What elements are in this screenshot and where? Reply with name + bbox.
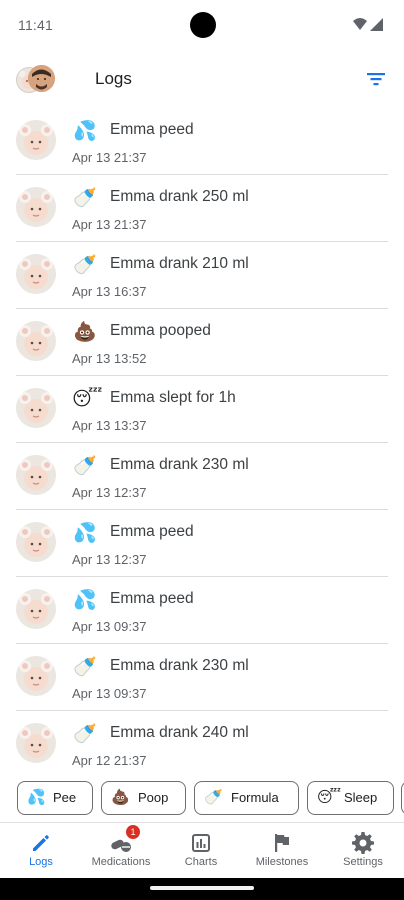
log-type-icon: 💦 bbox=[73, 523, 97, 544]
log-description: Emma peed bbox=[110, 121, 194, 138]
log-type-icon: 🍼 bbox=[73, 255, 97, 276]
log-timestamp: Apr 13 21:37 bbox=[72, 150, 147, 165]
log-type-icon: 💩 bbox=[73, 322, 97, 343]
log-type-icon: 🍼 bbox=[73, 188, 97, 209]
baby-avatar bbox=[16, 321, 56, 361]
chip-label: Sleep bbox=[344, 790, 378, 805]
baby-avatar bbox=[16, 120, 56, 160]
baby-avatar bbox=[16, 388, 56, 428]
quick-add-pee-chip[interactable]: 💦 Pee bbox=[17, 781, 93, 815]
pencil-icon bbox=[33, 835, 49, 851]
chip-label: Pee bbox=[53, 790, 77, 805]
nav-label: Settings bbox=[343, 856, 383, 868]
log-item[interactable]: 🍼 Emma drank 230 ml Apr 13 12:37 bbox=[16, 443, 388, 510]
profile-avatars[interactable] bbox=[16, 65, 56, 95]
parent-avatar bbox=[28, 65, 55, 92]
log-type-icon: 💦 bbox=[73, 590, 97, 611]
baby-avatar bbox=[16, 723, 56, 763]
baby-avatar bbox=[16, 522, 56, 562]
log-description: Emma drank 250 ml bbox=[110, 188, 249, 205]
nav-label: Medications bbox=[91, 856, 151, 868]
home-gesture-handle[interactable] bbox=[150, 886, 254, 890]
quick-add-formula-chip[interactable]: 🍼 Formula bbox=[194, 781, 299, 815]
baby-avatar bbox=[16, 589, 56, 629]
chart-icon bbox=[192, 834, 210, 852]
quick-add-poop-chip[interactable]: 💩 Poop bbox=[101, 781, 186, 815]
log-item[interactable]: 🍼 Emma drank 230 ml Apr 13 09:37 bbox=[16, 644, 388, 711]
log-list[interactable]: 💦 Emma peed Apr 13 21:37 🍼 Emma drank 25… bbox=[0, 108, 404, 776]
log-type-icon: 🍼 bbox=[73, 657, 97, 678]
page-title: Logs bbox=[95, 69, 132, 88]
log-type-icon: 💦 bbox=[73, 121, 97, 142]
nav-item-charts[interactable]: Charts bbox=[161, 823, 241, 879]
nav-item-medications[interactable]: 1 Medications bbox=[81, 823, 161, 879]
log-description: Emma drank 210 ml bbox=[110, 255, 249, 272]
log-timestamp: Apr 13 12:37 bbox=[72, 485, 147, 500]
log-description: Emma pooped bbox=[110, 322, 211, 339]
system-navigation-bar bbox=[0, 878, 404, 900]
nav-label: Charts bbox=[184, 856, 218, 868]
nav-item-settings[interactable]: Settings bbox=[323, 823, 403, 879]
gear-icon bbox=[352, 832, 374, 854]
quick-add-chips: 💦 Pee 💩 Poop 🍼 Formula 😴 Sleep bbox=[0, 776, 404, 822]
log-description: Emma drank 230 ml bbox=[110, 657, 249, 674]
log-description: Emma drank 230 ml bbox=[110, 456, 249, 473]
filter-icon[interactable] bbox=[362, 65, 390, 93]
chip-icon: 💦 bbox=[27, 789, 46, 806]
chip-icon: 😴 bbox=[317, 789, 342, 806]
log-timestamp: Apr 12 21:37 bbox=[72, 753, 147, 768]
nav-item-logs[interactable]: Logs bbox=[1, 823, 81, 879]
log-timestamp: Apr 13 09:37 bbox=[72, 686, 147, 701]
log-item[interactable]: 💦 Emma peed Apr 13 09:37 bbox=[16, 577, 388, 644]
log-item[interactable]: 🍼 Emma drank 250 ml Apr 13 21:37 bbox=[16, 175, 388, 242]
log-timestamp: Apr 13 09:37 bbox=[72, 619, 147, 634]
chip-label: Formula bbox=[231, 790, 279, 805]
nav-item-milestones[interactable]: Milestones bbox=[242, 823, 322, 879]
camera-cutout bbox=[190, 12, 216, 38]
log-item[interactable]: 💦 Emma peed Apr 13 12:37 bbox=[16, 510, 388, 577]
chip-icon: 💩 bbox=[111, 789, 130, 806]
log-item[interactable]: 🍼 Emma drank 240 ml Apr 12 21:37 bbox=[16, 711, 388, 776]
log-timestamp: Apr 13 13:52 bbox=[72, 351, 147, 366]
signal-icons bbox=[353, 18, 383, 31]
log-timestamp: Apr 13 21:37 bbox=[72, 217, 147, 232]
log-type-icon: 😴 bbox=[72, 389, 103, 410]
log-type-icon: 🍼 bbox=[73, 456, 97, 477]
bottom-navigation: Logs 1 Medications Charts Milestones Set… bbox=[0, 822, 404, 879]
log-description: Emma peed bbox=[110, 523, 194, 540]
quick-add-sleep-chip[interactable]: 😴 Sleep bbox=[307, 781, 394, 815]
log-item[interactable]: 😴 Emma slept for 1h Apr 13 13:37 bbox=[16, 376, 388, 443]
log-description: Emma slept for 1h bbox=[110, 389, 236, 406]
nav-label: Logs bbox=[29, 856, 53, 868]
baby-avatar bbox=[16, 187, 56, 227]
log-type-icon: 🍼 bbox=[73, 724, 97, 745]
log-timestamp: Apr 13 16:37 bbox=[72, 284, 147, 299]
flag-icon bbox=[275, 834, 289, 852]
log-item[interactable]: 💦 Emma peed Apr 13 21:37 bbox=[16, 108, 388, 175]
log-timestamp: Apr 13 13:37 bbox=[72, 418, 147, 433]
baby-avatar bbox=[16, 455, 56, 495]
notification-badge: 1 bbox=[126, 825, 140, 839]
chip-label: Poop bbox=[138, 790, 169, 805]
status-time: 11:41 bbox=[18, 17, 53, 33]
baby-avatar bbox=[16, 656, 56, 696]
log-item[interactable]: 🍼 Emma drank 210 ml Apr 13 16:37 bbox=[16, 242, 388, 309]
log-description: Emma drank 240 ml bbox=[110, 724, 249, 741]
app-bar: Logs bbox=[0, 52, 404, 108]
baby-avatar bbox=[16, 254, 56, 294]
chip-icon: 🍼 bbox=[204, 789, 223, 806]
status-bar: 11:41 bbox=[0, 0, 404, 52]
log-description: Emma peed bbox=[110, 590, 194, 607]
log-timestamp: Apr 13 12:37 bbox=[72, 552, 147, 567]
log-item[interactable]: 💩 Emma pooped Apr 13 13:52 bbox=[16, 309, 388, 376]
nav-label: Milestones bbox=[255, 856, 309, 868]
